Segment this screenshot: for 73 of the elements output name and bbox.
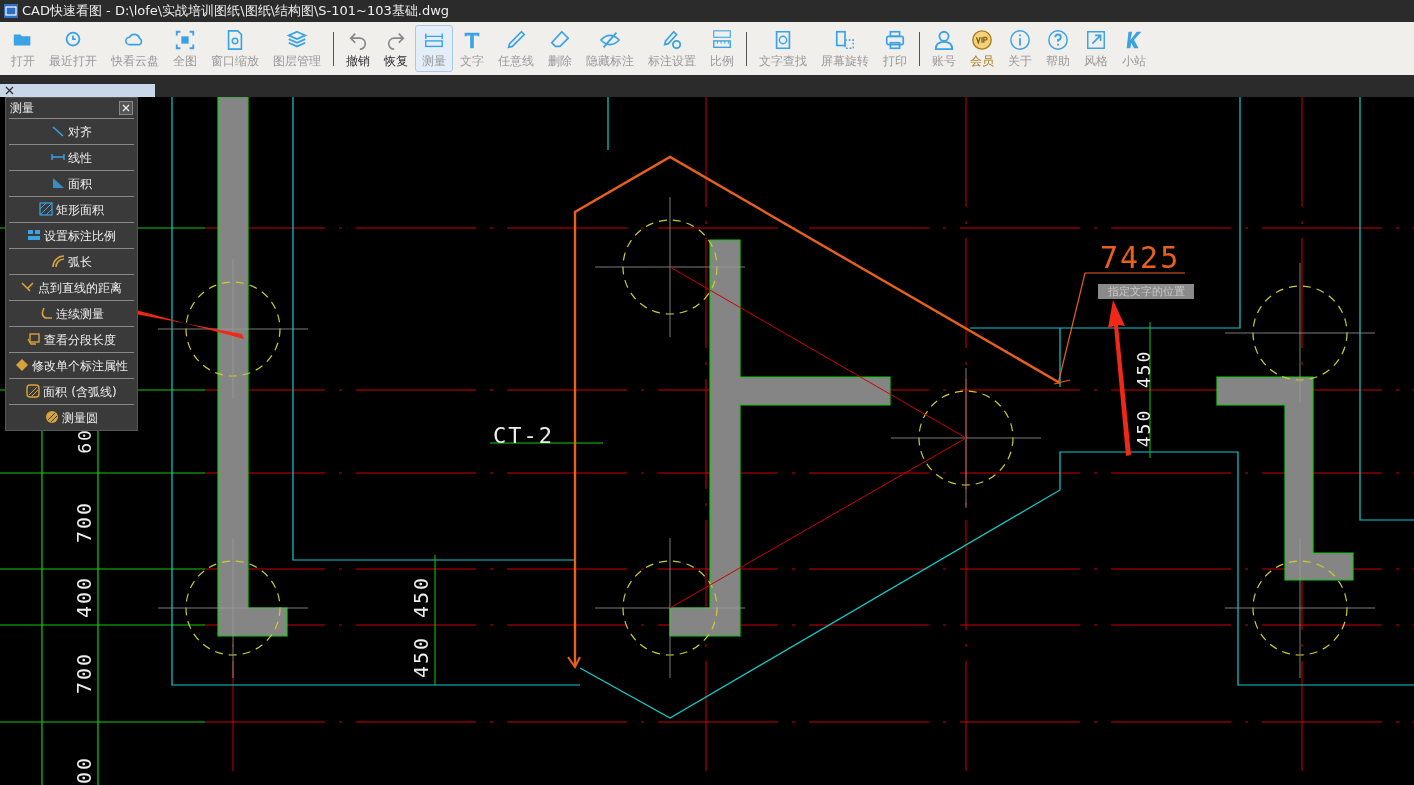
dimension-label: 450 bbox=[409, 635, 433, 679]
toolbar-button[interactable]: 小站 bbox=[1115, 25, 1153, 72]
toolbar-button[interactable]: 全图 bbox=[166, 25, 204, 72]
polyline-icon bbox=[39, 305, 53, 320]
close-button[interactable] bbox=[119, 101, 133, 115]
measure-menu-item[interactable]: 连续测量 bbox=[9, 300, 134, 326]
info-icon bbox=[1009, 29, 1031, 52]
dimension-label: 450 bbox=[1133, 349, 1154, 389]
toolbar-button[interactable]: 账号 bbox=[925, 25, 963, 72]
measure-menu-item[interactable]: 面积 bbox=[9, 170, 134, 196]
drawing-label: 7425 bbox=[1100, 240, 1181, 275]
measure-menu-item[interactable]: 点到直线的距离 bbox=[9, 274, 134, 300]
measure-menu-item[interactable]: 修改单个标注属性 bbox=[9, 352, 134, 378]
close-icon[interactable] bbox=[5, 86, 14, 95]
panel-title: 测量 bbox=[10, 100, 34, 117]
toolbar-button[interactable]: 快看云盘 bbox=[104, 25, 166, 72]
point-line-icon bbox=[21, 279, 35, 294]
fit-screen-icon bbox=[174, 29, 196, 52]
measure-menu-item[interactable]: 线性 bbox=[9, 144, 134, 170]
measure-menu-item[interactable]: 查看分段长度 bbox=[9, 326, 134, 352]
toolbar-button[interactable]: 比例 bbox=[703, 25, 741, 72]
vip-badge-icon bbox=[971, 29, 993, 52]
toolbar-button[interactable]: 文字 bbox=[453, 25, 491, 72]
measure-menu-item[interactable]: 对齐 bbox=[9, 118, 134, 144]
dimension-label: 450 bbox=[1133, 408, 1154, 448]
dimension-label: 700 bbox=[72, 500, 96, 544]
segment-icon bbox=[27, 331, 41, 346]
toolbar-button[interactable]: 风格 bbox=[1077, 25, 1115, 72]
toolbar-button[interactable]: 最近打开 bbox=[42, 25, 104, 72]
measure-menu-item[interactable]: 测量圆 bbox=[9, 404, 134, 430]
toolbar-button[interactable]: 文字查找 bbox=[752, 25, 814, 72]
dimension-label: 700 bbox=[72, 651, 96, 695]
arc-icon bbox=[51, 253, 65, 268]
toolbar-button[interactable]: 隐藏标注 bbox=[579, 25, 641, 72]
dimension-label: 450 bbox=[409, 575, 433, 619]
dimension-label: 400 bbox=[72, 575, 96, 619]
toolbar-button[interactable]: 任意线 bbox=[491, 25, 541, 72]
hatched-area-icon bbox=[26, 383, 41, 398]
measure-menu-item[interactable]: 弧长 bbox=[9, 248, 134, 274]
measure-menu-item[interactable]: 设置标注比例 bbox=[9, 222, 134, 248]
tag-edit-icon bbox=[15, 357, 29, 372]
toolbar-button[interactable]: 撤销 bbox=[339, 25, 377, 72]
toolbar-button[interactable]: 屏幕旋转 bbox=[814, 25, 876, 72]
close-icon bbox=[122, 104, 130, 112]
toolbar-button[interactable]: 打开 bbox=[4, 25, 42, 72]
person-icon bbox=[933, 29, 955, 52]
app-icon bbox=[4, 4, 18, 18]
measure-menu-item[interactable]: 面积 (含弧线) bbox=[9, 378, 134, 404]
help-icon bbox=[1047, 29, 1069, 52]
toolbar-button[interactable]: 打印 bbox=[876, 25, 914, 72]
toolbar-button[interactable]: 窗口缩放 bbox=[204, 25, 266, 72]
toolbar-button[interactable]: 测量 bbox=[415, 25, 453, 72]
drawing-label: CT-2 bbox=[493, 423, 554, 448]
hatched-circle-icon bbox=[45, 409, 59, 424]
dimension-label: 00 bbox=[72, 755, 96, 785]
align-measure-icon bbox=[51, 123, 65, 138]
toolbar-button[interactable]: 关于 bbox=[1001, 25, 1039, 72]
window-title: CAD快速看图 - D:\lofe\实战培训图纸\图纸\结构图\S-101~103基础.dwg bbox=[22, 2, 450, 21]
expand-box-icon bbox=[1085, 29, 1107, 52]
scale-icon bbox=[27, 227, 41, 242]
toolbar-button[interactable]: 标注设置 bbox=[641, 25, 703, 72]
dimension-label: 60 bbox=[74, 428, 95, 454]
toolbar-button[interactable]: 会员 bbox=[963, 25, 1001, 72]
printer-icon bbox=[884, 29, 906, 52]
pen-gear-icon bbox=[661, 29, 683, 52]
rotate-screen-icon bbox=[834, 29, 856, 52]
area-icon bbox=[51, 175, 65, 190]
toolbar-button[interactable]: 恢复 bbox=[377, 25, 415, 72]
measure-menu-item[interactable]: 矩形面积 bbox=[9, 196, 134, 222]
hatched-rect-icon bbox=[39, 201, 53, 216]
toolbar-button[interactable]: 帮助 bbox=[1039, 25, 1077, 72]
toolbar-button[interactable]: 删除 bbox=[541, 25, 579, 72]
toolbar-button[interactable]: 图层管理 bbox=[266, 25, 328, 72]
